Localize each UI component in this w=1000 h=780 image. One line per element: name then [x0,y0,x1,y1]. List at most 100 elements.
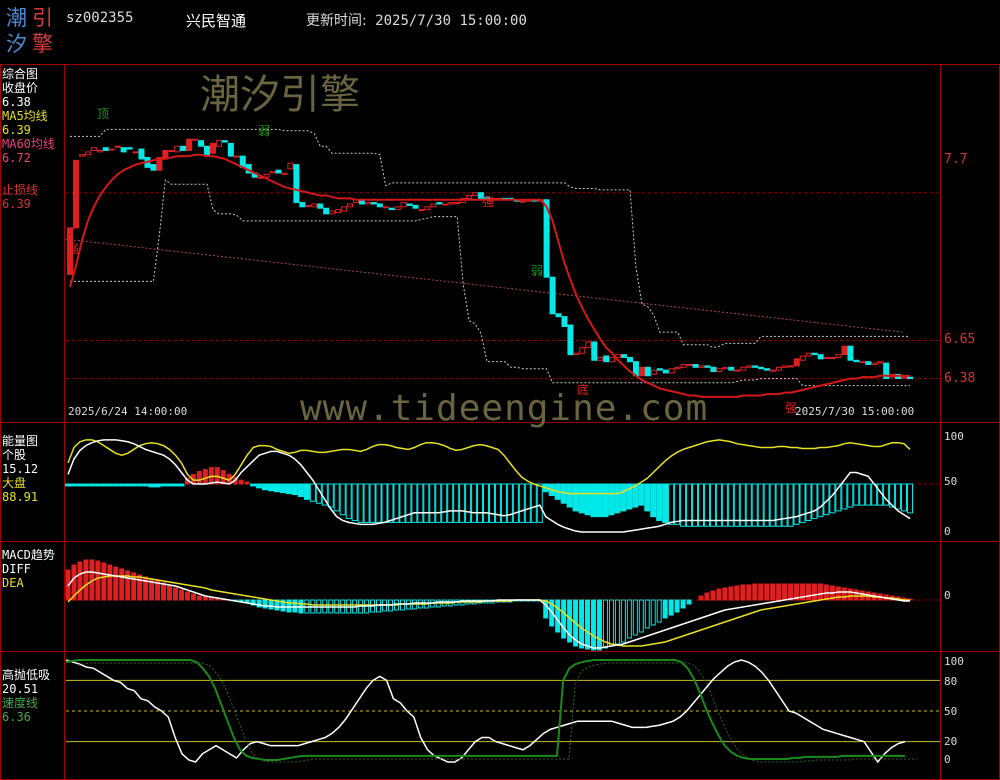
energy-bar [357,483,364,523]
candle [138,148,145,160]
candle [609,356,616,363]
macd-bar [77,561,83,601]
signal-weak: 弱 [531,264,544,278]
energy-axis-label: 100 [944,430,964,443]
macd-bar [196,595,202,601]
energy-bar [196,471,202,485]
energy-bar [268,483,275,492]
candle [120,147,127,153]
ma-long-line [65,238,903,333]
energy-bar [506,483,513,523]
candle [722,366,729,370]
candle [382,206,389,209]
dea-label: DEA [2,576,24,590]
hilo-value: 20.51 [2,682,39,696]
energy-bar [88,483,95,487]
energy-bar [423,483,430,523]
diff-line [67,571,910,649]
energy-bar [608,483,615,516]
macd-bar [782,583,788,601]
energy-bar [363,483,370,523]
energy-bar [465,483,472,523]
close-value: 6.38 [2,95,31,109]
macd-bar [101,562,107,601]
candle [412,204,419,209]
candle [865,361,872,365]
candle [323,207,330,215]
stop-loss-label: 止损线 [2,183,39,197]
macd-bar [817,583,823,601]
energy-bar [847,483,854,508]
candle [96,149,103,153]
macd-bar [752,583,758,601]
macd-panel-legend: MACD趋势 DIFF DEA [2,548,55,590]
macd-bar [202,596,208,601]
macd-bar [172,587,178,601]
candle [692,363,699,368]
candle [829,356,836,359]
candle [781,365,788,368]
ma5-label: MA5均线 [2,109,48,123]
energy-bar [859,483,866,506]
macd-bar [698,595,704,601]
candle [907,376,913,380]
macd-bar [626,599,632,639]
candle [662,369,669,374]
candle [680,363,687,368]
macd-bar [107,564,113,601]
candle [847,345,854,361]
energy-bar [536,483,543,523]
candle [519,200,526,203]
candle [442,203,449,206]
energy-bar [202,469,208,485]
energy-bar [238,479,244,485]
energy-bar [327,483,334,508]
candle [78,154,85,157]
candle [668,368,675,374]
candle [746,365,753,368]
energy-bar [459,483,466,523]
candle [764,368,771,371]
energy-bar [901,483,908,512]
candle [400,202,407,208]
candle [603,355,610,363]
candle [740,366,747,371]
energy-bar [148,483,155,488]
candle [317,203,324,209]
macd-bar [722,587,728,601]
candle [281,172,288,175]
candle [877,361,884,364]
macd-bar [399,599,405,611]
macd-bar [686,599,692,605]
hilo-axis-label: 20 [944,735,958,748]
candle [811,352,818,356]
candle [644,366,651,377]
candle [710,366,717,373]
macd-bar [585,599,591,650]
candle [394,206,401,211]
energy-bar [100,483,107,487]
macd-bar [704,592,710,601]
macd-bar [662,599,668,619]
candle [287,162,294,170]
macd-bar [167,585,173,601]
macd-bar [83,559,89,601]
upper-envelope-line [70,128,910,349]
energy-bar [291,483,298,496]
energy-bar [351,483,358,521]
energy-bar [488,483,495,523]
candle [638,366,645,377]
macd-bar [119,568,125,601]
energy-bar [160,483,167,487]
candle [841,345,848,356]
candle [436,202,443,205]
candle [168,149,175,152]
candle [424,206,431,211]
energy-bar [76,483,83,487]
candle [215,140,222,147]
energy-bar [118,483,125,487]
energy-bar [518,483,525,523]
macd-bar [543,599,549,619]
brand-watermark: 潮汐引擎 [200,72,360,118]
candle [418,209,425,212]
